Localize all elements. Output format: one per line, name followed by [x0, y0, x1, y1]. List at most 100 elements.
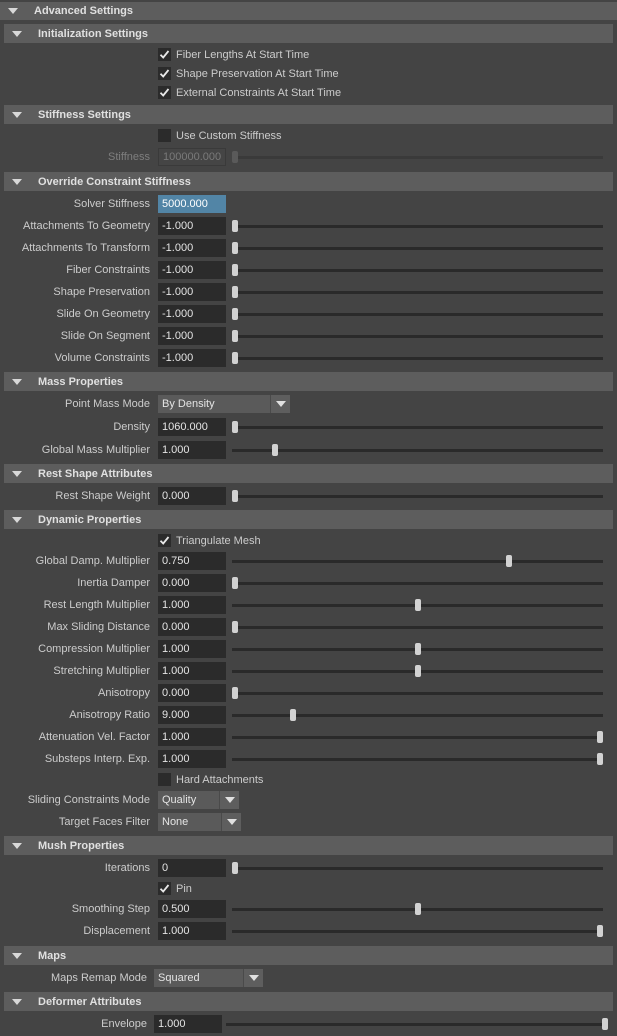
rest-length-multiplier-field[interactable]: 1.000 — [158, 596, 226, 614]
shape-preservation-field[interactable]: -1.000 — [158, 283, 226, 301]
substeps-interp-exp-slider-track[interactable] — [232, 758, 603, 761]
shape-preservation-checkbox[interactable] — [158, 67, 171, 80]
section-dynamic-properties[interactable]: Dynamic Properties — [4, 510, 613, 529]
global-mass-multiplier-field[interactable]: 1.000 — [158, 441, 226, 459]
anisotropy-ratio-field[interactable]: 9.000 — [158, 706, 226, 724]
section-rest-shape-attributes[interactable]: Rest Shape Attributes — [4, 464, 613, 483]
section-override-constraint-stiffness[interactable]: Override Constraint Stiffness — [4, 172, 613, 191]
collapse-triangle-icon[interactable] — [12, 516, 22, 523]
anisotropy-ratio-slider-track[interactable] — [232, 714, 603, 717]
stretching-multiplier-field[interactable]: 1.000 — [158, 662, 226, 680]
attachments-to-geometry-slider-handle[interactable] — [232, 220, 238, 232]
attenuation-vel-factor-slider-track[interactable] — [232, 736, 603, 739]
pin-checkbox[interactable] — [158, 882, 171, 895]
global-damp-multiplier-field[interactable]: 0.750 — [158, 552, 226, 570]
dropdown-arrow-icon[interactable] — [221, 813, 241, 831]
maps-remap-mode-dropdown[interactable]: Squared — [154, 969, 263, 987]
attachments-to-transform-slider-track[interactable] — [232, 247, 603, 250]
stretching-multiplier-slider-handle[interactable] — [414, 665, 421, 677]
rest-shape-weight-field[interactable]: 0.000 — [158, 487, 226, 505]
collapse-triangle-icon[interactable] — [12, 952, 22, 959]
displacement-slider-handle[interactable] — [597, 925, 603, 937]
slide-on-segment-slider-track[interactable] — [232, 335, 603, 338]
iterations-field[interactable]: 0 — [158, 859, 226, 877]
global-damp-multiplier-slider-track[interactable] — [232, 560, 603, 563]
inertia-damper-field[interactable]: 0.000 — [158, 574, 226, 592]
section-advanced-settings[interactable]: Advanced Settings — [0, 2, 617, 20]
displacement-slider-track[interactable] — [232, 930, 603, 933]
density-slider-handle[interactable] — [232, 421, 238, 433]
stiffness-slider-handle[interactable] — [232, 151, 238, 163]
fiber-constraints-slider-handle[interactable] — [232, 264, 238, 276]
envelope-slider-handle[interactable] — [602, 1018, 608, 1030]
inertia-damper-slider-handle[interactable] — [232, 577, 238, 589]
collapse-triangle-icon[interactable] — [12, 378, 22, 385]
iterations-slider-handle[interactable] — [232, 862, 238, 874]
use-custom-stiffness-checkbox[interactable] — [158, 129, 171, 142]
collapse-triangle-icon[interactable] — [12, 842, 22, 849]
density-field[interactable]: 1060.000 — [158, 418, 226, 436]
target-faces-filter-dropdown[interactable]: None — [158, 813, 241, 831]
substeps-interp-exp-slider-handle[interactable] — [597, 753, 603, 765]
anisotropy-slider-handle[interactable] — [232, 687, 238, 699]
substeps-interp-exp-field[interactable]: 1.000 — [158, 750, 226, 768]
slide-on-segment-field[interactable]: -1.000 — [158, 327, 226, 345]
slide-on-geometry-field[interactable]: -1.000 — [158, 305, 226, 323]
dropdown-arrow-icon[interactable] — [219, 791, 239, 809]
max-sliding-distance-slider-handle[interactable] — [232, 621, 238, 633]
section-maps[interactable]: Maps — [4, 946, 613, 965]
max-sliding-distance-field[interactable]: 0.000 — [158, 618, 226, 636]
point-mass-mode-dropdown[interactable]: By Density — [158, 395, 290, 413]
attenuation-vel-factor-slider-handle[interactable] — [597, 731, 603, 743]
section-initialization-settings[interactable]: Initialization Settings — [4, 24, 613, 43]
collapse-triangle-icon[interactable] — [12, 998, 22, 1005]
max-sliding-distance-slider-track[interactable] — [232, 626, 603, 629]
anisotropy-slider-track[interactable] — [232, 692, 603, 695]
iterations-slider-track[interactable] — [232, 867, 603, 870]
fiber-constraints-slider-track[interactable] — [232, 269, 603, 272]
stiffness-slider-track[interactable] — [232, 156, 603, 159]
anisotropy-ratio-slider-handle[interactable] — [290, 709, 297, 721]
shape-preservation-slider-handle[interactable] — [232, 286, 238, 298]
compression-multiplier-slider-handle[interactable] — [414, 643, 421, 655]
attenuation-vel-factor-field[interactable]: 1.000 — [158, 728, 226, 746]
volume-constraints-field[interactable]: -1.000 — [158, 349, 226, 367]
fiber-lengths-checkbox[interactable] — [158, 48, 171, 61]
rest-shape-weight-slider-handle[interactable] — [232, 490, 238, 502]
collapse-triangle-icon[interactable] — [12, 178, 22, 185]
attachments-to-geometry-slider-track[interactable] — [232, 225, 603, 228]
shape-preservation-slider-track[interactable] — [232, 291, 603, 294]
collapse-triangle-icon[interactable] — [12, 30, 22, 37]
collapse-triangle-icon[interactable] — [8, 8, 18, 14]
stiffness-field[interactable]: 100000.000 — [158, 148, 226, 166]
volume-constraints-slider-handle[interactable] — [232, 352, 238, 364]
rest-shape-weight-slider-track[interactable] — [232, 495, 603, 498]
global-mass-multiplier-slider-track[interactable] — [232, 449, 603, 452]
attachments-to-transform-field[interactable]: -1.000 — [158, 239, 226, 257]
collapse-triangle-icon[interactable] — [12, 470, 22, 477]
section-mass-properties[interactable]: Mass Properties — [4, 372, 613, 391]
collapse-triangle-icon[interactable] — [12, 111, 22, 118]
inertia-damper-slider-track[interactable] — [232, 582, 603, 585]
envelope-slider-track[interactable] — [226, 1023, 608, 1026]
dropdown-arrow-icon[interactable] — [270, 395, 290, 413]
attachments-to-geometry-field[interactable]: -1.000 — [158, 217, 226, 235]
hard-attachments-checkbox[interactable] — [158, 773, 171, 786]
slide-on-geometry-slider-handle[interactable] — [232, 308, 238, 320]
section-mush-properties[interactable]: Mush Properties — [4, 836, 613, 855]
compression-multiplier-field[interactable]: 1.000 — [158, 640, 226, 658]
external-constraints-checkbox[interactable] — [158, 86, 171, 99]
fiber-constraints-field[interactable]: -1.000 — [158, 261, 226, 279]
dropdown-arrow-icon[interactable] — [243, 969, 263, 987]
anisotropy-field[interactable]: 0.000 — [158, 684, 226, 702]
displacement-field[interactable]: 1.000 — [158, 922, 226, 940]
section-deformer-attributes[interactable]: Deformer Attributes — [4, 992, 613, 1011]
slide-on-geometry-slider-track[interactable] — [232, 313, 603, 316]
global-damp-multiplier-slider-handle[interactable] — [505, 555, 512, 567]
rest-length-multiplier-slider-handle[interactable] — [414, 599, 421, 611]
smoothing-step-slider-handle[interactable] — [414, 903, 421, 915]
smoothing-step-field[interactable]: 0.500 — [158, 900, 226, 918]
attachments-to-transform-slider-handle[interactable] — [232, 242, 238, 254]
sliding-constraints-mode-dropdown[interactable]: Quality — [158, 791, 239, 809]
density-slider-track[interactable] — [232, 426, 603, 429]
